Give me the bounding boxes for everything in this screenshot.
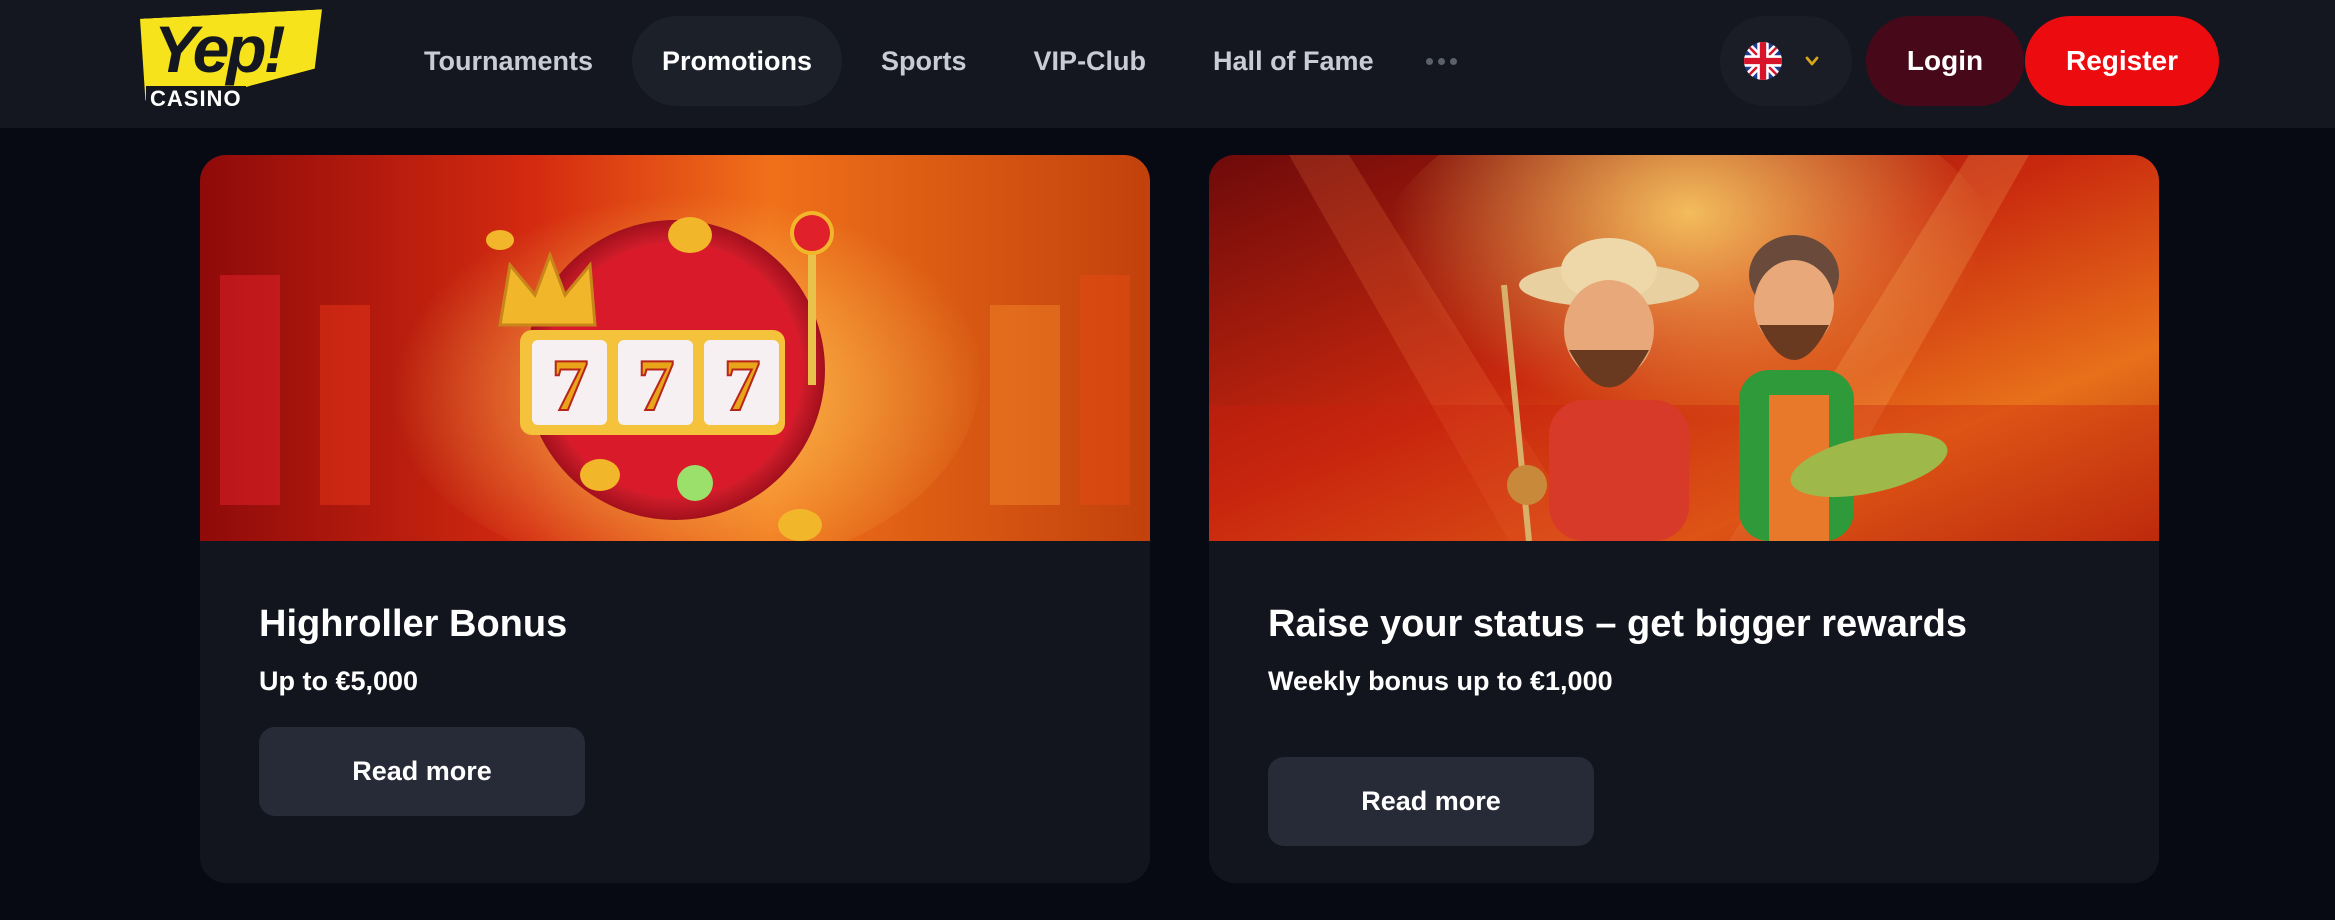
promo-subtitle: Weekly bonus up to €1,000 [1268, 666, 1613, 696]
register-button[interactable]: Register [2025, 16, 2219, 106]
language-selector[interactable] [1720, 16, 1852, 106]
logo-brand-text: Yep! [154, 12, 286, 86]
nav-item-sports[interactable]: Sports [853, 16, 995, 106]
svg-text:7: 7 [724, 345, 761, 427]
top-header: Yep! CASINO Tournaments Promotions Sport… [0, 0, 2335, 128]
promo-card-highroller: 7 7 7 Highroller Bonus Up to €5,000 Read… [200, 155, 1150, 883]
more-dots-icon[interactable] [1413, 16, 1471, 106]
nav-item-vip-club[interactable]: VIP-Club [1006, 16, 1175, 106]
fishermen-characters-image[interactable] [1209, 155, 2159, 541]
promo-title: Highroller Bonus [259, 603, 568, 645]
promo-card-vip-status: Raise your status – get bigger rewards W… [1209, 155, 2159, 883]
nav-item-tournaments[interactable]: Tournaments [396, 16, 621, 106]
uk-flag-icon [1744, 42, 1782, 80]
promo-title: Raise your status – get bigger rewards [1268, 603, 1968, 645]
login-button[interactable]: Login [1866, 16, 2024, 106]
promo-subtitle: Up to €5,000 [259, 666, 419, 696]
logo-sub-text: CASINO [146, 86, 246, 112]
chevron-down-icon [1805, 56, 1819, 66]
svg-text:7: 7 [638, 345, 675, 427]
read-more-button[interactable]: Read more [1268, 757, 1594, 846]
svg-text:7: 7 [552, 345, 589, 427]
read-more-button[interactable]: Read more [259, 727, 585, 816]
nav-item-promotions[interactable]: Promotions [632, 16, 843, 106]
slot-machine-777-image[interactable]: 7 7 7 [200, 155, 1150, 541]
main-nav: Tournaments Promotions Sports VIP-Club H… [396, 16, 1471, 106]
nav-item-hall-of-fame[interactable]: Hall of Fame [1185, 16, 1402, 106]
logo[interactable]: Yep! CASINO [140, 12, 330, 112]
